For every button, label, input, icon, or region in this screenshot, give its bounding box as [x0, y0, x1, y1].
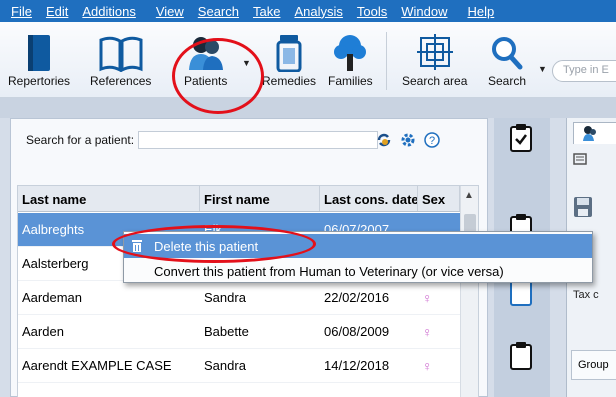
cell-date: 06/08/2009	[324, 324, 390, 339]
menu-file[interactable]: File	[4, 4, 39, 19]
convert-patient-label: Convert this patient from Human to Veter…	[154, 263, 504, 279]
column-last-name[interactable]: Last name	[18, 186, 200, 211]
case-text-tax: Tax c	[573, 289, 599, 301]
magnifier-icon	[491, 28, 523, 72]
search-dropdown-icon[interactable]: ▼	[538, 64, 547, 74]
gear-icon[interactable]	[400, 132, 416, 151]
context-menu: Delete this patient Convert this patient…	[123, 231, 593, 283]
case-tab[interactable]	[573, 122, 616, 144]
table-row[interactable]: Aarden Babette 06/08/2009 ♀	[18, 315, 460, 349]
menu-analysis[interactable]: Analysis	[287, 4, 349, 19]
search-label: Search	[488, 74, 527, 88]
save-icon[interactable]	[573, 196, 593, 218]
patient-search-label: Search for a patient:	[26, 133, 135, 147]
cell-last-name: Aarendt EXAMPLE CASE	[22, 358, 172, 373]
menu-search[interactable]: Search	[191, 4, 246, 19]
delete-patient-label: Delete this patient	[154, 238, 259, 254]
patient-search-tools: ?	[376, 132, 440, 151]
list-icon[interactable]	[573, 152, 589, 168]
main-strip	[0, 98, 616, 118]
menu-view[interactable]: View	[149, 4, 191, 19]
search-area-label: Search area	[402, 74, 468, 88]
remedies-button[interactable]: Remedies	[262, 28, 316, 88]
cell-first-name: Sandra	[204, 290, 246, 305]
table-row[interactable]: Aardeman Sandra 22/02/2016 ♀	[18, 281, 460, 315]
remedies-label: Remedies	[262, 74, 317, 88]
patients-label: Patients	[184, 74, 228, 88]
table-scrollbar[interactable]: ▲	[460, 186, 478, 397]
references-button[interactable]: References	[90, 28, 151, 88]
families-button[interactable]: Families	[328, 28, 373, 88]
toolbar-search-input[interactable]: Type in E	[552, 60, 616, 82]
remedies-jar-icon	[276, 28, 302, 72]
families-label: Families	[328, 74, 373, 88]
cell-first-name: Sandra	[204, 358, 246, 373]
search-button[interactable]: Search	[488, 28, 526, 88]
female-icon: ♀	[422, 323, 433, 340]
book-icon	[27, 28, 51, 72]
repertories-button[interactable]: Repertories	[8, 28, 70, 88]
scroll-up-icon[interactable]: ▲	[464, 190, 474, 201]
svg-text:?: ?	[429, 135, 435, 147]
cell-first-name: Babette	[204, 324, 249, 339]
cell-last-name: Aarden	[22, 324, 64, 339]
search-area-button[interactable]: Search area	[402, 28, 467, 88]
group-box[interactable]: Group	[571, 350, 616, 380]
column-first-name[interactable]: First name	[200, 186, 320, 211]
patient-search-input[interactable]	[138, 131, 379, 149]
patients-button[interactable]: Patients	[184, 28, 227, 88]
table-row[interactable]: Aarendt EXAMPLE CASE Sandra 14/12/2018 ♀	[18, 349, 460, 383]
convert-patient-menu-item[interactable]: Convert this patient from Human to Veter…	[124, 259, 592, 283]
delete-patient-menu-item[interactable]: Delete this patient	[124, 234, 592, 258]
references-label: References	[90, 74, 152, 88]
refresh-icon[interactable]	[376, 132, 392, 151]
cell-date: 14/12/2018	[324, 358, 390, 373]
menu-help[interactable]: Help	[461, 4, 502, 19]
clipboard-check-icon[interactable]	[510, 124, 532, 152]
table-header: Last name First name Last cons. date Sex	[18, 186, 460, 212]
menu-additions[interactable]: Additions	[75, 4, 142, 19]
toolbar-separator	[386, 32, 387, 90]
column-sex[interactable]: Sex	[418, 186, 460, 211]
menu-edit[interactable]: Edit	[39, 4, 75, 19]
patients-table: Last name First name Last cons. date Sex…	[17, 185, 479, 397]
help-icon[interactable]: ?	[424, 132, 440, 151]
female-icon: ♀	[422, 357, 433, 374]
menu-window[interactable]: Window	[394, 4, 454, 19]
patient-small-icon	[583, 126, 596, 141]
cell-date: 22/02/2016	[324, 290, 390, 305]
search-area-icon	[416, 28, 453, 72]
tree-icon	[333, 28, 367, 72]
trash-icon	[124, 240, 150, 252]
open-book-icon	[99, 28, 143, 72]
toolbar: Repertories References Patients ▼ Remedi…	[0, 22, 616, 98]
cell-last-name: Aardeman	[22, 290, 82, 305]
column-last-cons-date[interactable]: Last cons. date	[320, 186, 418, 211]
repertories-label: Repertories	[8, 74, 71, 88]
patient-search-row: Search for a patient:	[26, 131, 379, 149]
patients-dropdown-icon[interactable]: ▼	[242, 58, 251, 68]
menu-tools[interactable]: Tools	[350, 4, 394, 19]
clipboard-icon[interactable]	[510, 342, 532, 370]
female-icon: ♀	[422, 289, 433, 306]
menu-take[interactable]: Take	[246, 4, 287, 19]
patients-icon	[186, 28, 226, 72]
menu-bar: File Edit Additions View Search Take Ana…	[0, 0, 616, 22]
